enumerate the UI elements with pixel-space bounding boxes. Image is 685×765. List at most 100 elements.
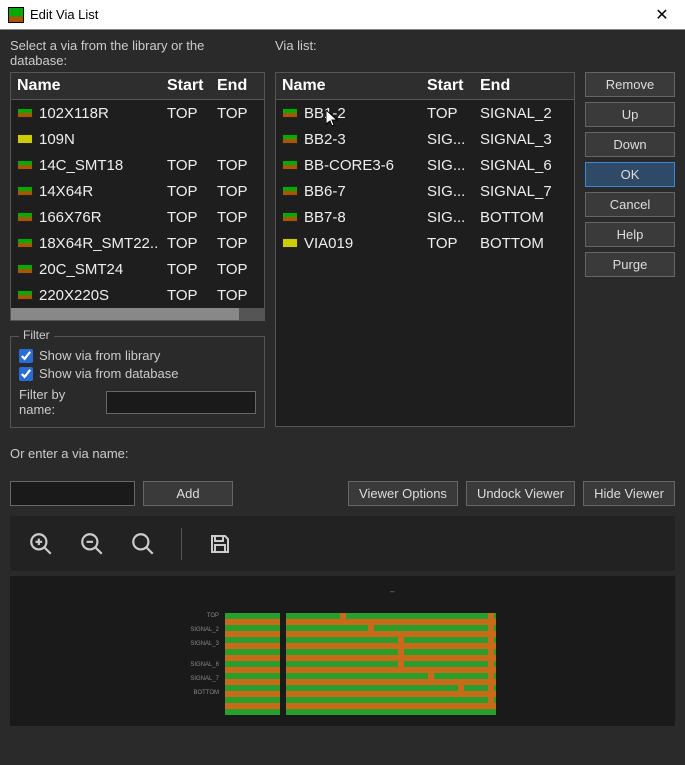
cell-start	[161, 135, 211, 143]
table-row[interactable]: BB7-8 SIG...BOTTOM	[276, 204, 574, 230]
remove-button[interactable]: Remove	[585, 72, 675, 97]
cell-end: BOTTOM	[474, 205, 564, 230]
cell-start: SIG...	[421, 179, 474, 204]
via-icon	[17, 160, 33, 170]
via-pillar	[488, 613, 494, 709]
col-end[interactable]: End	[474, 73, 564, 99]
table-row[interactable]: VIA019TOPBOTTOM	[276, 230, 574, 256]
cell-end	[211, 135, 256, 143]
enter-via-label: Or enter a via name:	[10, 446, 675, 461]
cell-start: SIG...	[421, 153, 474, 178]
vialist-table[interactable]: Name Start End BB1-2TOPSIGNAL_2BB2-3SIG.…	[275, 72, 575, 427]
app-icon	[8, 7, 24, 23]
ok-button[interactable]: OK	[585, 162, 675, 187]
filter-name-input[interactable]	[106, 391, 256, 414]
filter-name-label: Filter by name:	[19, 387, 98, 417]
table-row[interactable]: 18X64R_SMT22..TOPTOP	[11, 230, 264, 256]
cell-name: BB7-8	[304, 209, 346, 226]
cell-name: BB2-3	[304, 131, 346, 148]
table-row[interactable]: 14C_SMT18TOPTOP	[11, 152, 264, 178]
cancel-button[interactable]: Cancel	[585, 192, 675, 217]
library-table[interactable]: Name Start End 102X118RTOPTOP 109N 14C_SMT…	[10, 72, 265, 321]
col-end[interactable]: End	[211, 73, 256, 99]
cell-name: 14C_SMT18	[39, 157, 123, 174]
show-lib-input[interactable]	[19, 349, 33, 363]
close-icon[interactable]: ✕	[647, 5, 677, 25]
via-icon	[17, 238, 33, 248]
cell-name: 18X64R_SMT22..	[39, 235, 158, 252]
table-row[interactable]: 102X118RTOPTOP	[11, 100, 264, 126]
cell-start: TOP	[161, 283, 211, 308]
show-db-input[interactable]	[19, 367, 33, 381]
via-name-input[interactable]	[10, 481, 135, 506]
via-icon	[282, 134, 298, 144]
via-pillar	[368, 625, 374, 637]
layer-stack-left	[225, 613, 280, 715]
vialist-table-header: Name Start End	[276, 73, 574, 100]
via-pillar	[428, 673, 434, 685]
vialist-label: Via list:	[275, 38, 317, 68]
table-row[interactable]: 220X220STOPTOP	[11, 282, 264, 308]
via-icon	[17, 134, 33, 144]
table-row[interactable]: BB6-7SIG...SIGNAL_7	[276, 178, 574, 204]
table-row[interactable]: BB2-3SIG...SIGNAL_3	[276, 126, 574, 152]
cell-start: TOP	[161, 101, 211, 126]
down-button[interactable]: Down	[585, 132, 675, 157]
via-stack-diagram: I	[286, 591, 496, 715]
select-label: Select a via from the library or the dat…	[10, 38, 265, 68]
cell-start: SIG...	[421, 205, 474, 230]
viewer-options-button[interactable]: Viewer Options	[348, 481, 458, 506]
save-icon[interactable]	[207, 531, 233, 557]
cell-end: TOP	[211, 231, 256, 256]
cell-end: TOP	[211, 179, 256, 204]
up-button[interactable]: Up	[585, 102, 675, 127]
col-start[interactable]: Start	[161, 73, 211, 99]
col-name[interactable]: Name	[11, 73, 161, 99]
viewer-toolbar	[10, 516, 675, 571]
via-icon	[282, 186, 298, 196]
table-row[interactable]: BB-CORE3-6SIG...SIGNAL_6	[276, 152, 574, 178]
cell-start: TOP	[161, 179, 211, 204]
zoom-fit-icon[interactable]	[130, 531, 156, 557]
cell-name: BB1-2	[304, 105, 346, 122]
via-icon	[282, 212, 298, 222]
show-lib-checkbox[interactable]: Show via from library	[19, 348, 256, 363]
cell-name: 166X76R	[39, 209, 102, 226]
cell-end: TOP	[211, 153, 256, 178]
help-button[interactable]: Help	[585, 222, 675, 247]
cell-name: BB6-7	[304, 183, 346, 200]
zoom-out-icon[interactable]	[79, 531, 105, 557]
table-row[interactable]: 109N	[11, 126, 264, 152]
h-scrollbar[interactable]	[11, 308, 264, 320]
via-pillar	[340, 613, 346, 625]
library-table-header: Name Start End	[11, 73, 264, 100]
cell-name: 109N	[39, 131, 75, 148]
via-icon	[17, 212, 33, 222]
cell-end: SIGNAL_2	[474, 101, 564, 126]
cell-start: TOP	[161, 257, 211, 282]
cell-end: BOTTOM	[474, 231, 564, 256]
cell-end: TOP	[211, 257, 256, 282]
hide-viewer-button[interactable]: Hide Viewer	[583, 481, 675, 506]
purge-button[interactable]: Purge	[585, 252, 675, 277]
filter-legend: Filter	[19, 328, 54, 342]
table-row[interactable]: 166X76RTOPTOP	[11, 204, 264, 230]
add-button[interactable]: Add	[143, 481, 233, 506]
cell-end: TOP	[211, 205, 256, 230]
table-row[interactable]: 14X64R TOPTOP	[11, 178, 264, 204]
show-db-checkbox[interactable]: Show via from database	[19, 366, 256, 381]
col-name[interactable]: Name	[276, 73, 421, 99]
table-row[interactable]: BB1-2 TOPSIGNAL_2	[276, 100, 574, 126]
col-start[interactable]: Start	[421, 73, 474, 99]
cell-start: TOP	[421, 101, 474, 126]
layer-viewer[interactable]: TOP SIGNAL_2 SIGNAL_3 SIGNAL_6 SIGNAL_7 …	[10, 576, 675, 726]
table-row[interactable]: 20C_SMT24TOPTOP	[11, 256, 264, 282]
via-icon	[17, 290, 33, 300]
filter-group: Filter Show via from library Show via fr…	[10, 336, 265, 428]
zoom-in-icon[interactable]	[28, 531, 54, 557]
cell-end: TOP	[211, 101, 256, 126]
undock-viewer-button[interactable]: Undock Viewer	[466, 481, 575, 506]
cell-name: BB-CORE3-6	[304, 157, 394, 174]
cell-name: 14X64R	[39, 183, 93, 200]
toolbar-divider	[181, 528, 182, 560]
